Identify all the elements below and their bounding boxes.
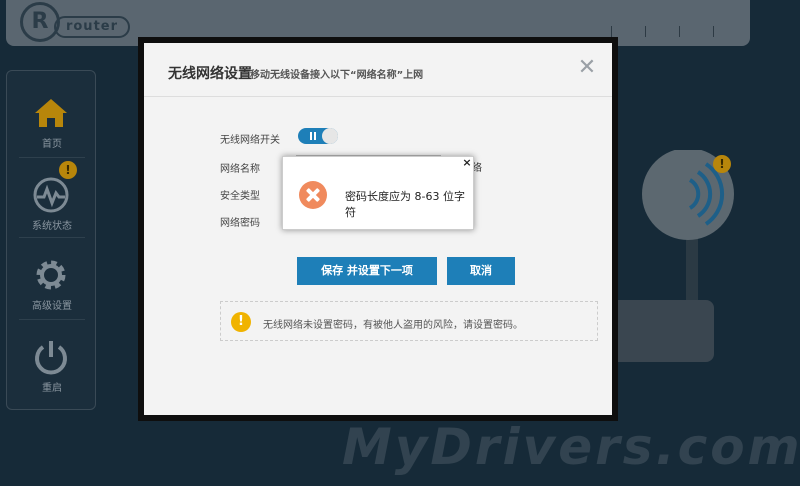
divider <box>19 237 85 238</box>
dialog-subtitle: 移动无线设备接入以下“网络名称”上网 <box>250 70 424 81</box>
wifi-toggle[interactable] <box>298 128 338 144</box>
top-link-3[interactable] <box>646 26 680 37</box>
top-link-2[interactable] <box>612 26 646 37</box>
power-icon <box>35 341 67 375</box>
error-popup: × 密码长度应为 8-63 位字符 <box>282 156 474 230</box>
svg-text:!: ! <box>719 157 724 171</box>
divider <box>19 319 85 320</box>
toggle-mark <box>310 132 312 140</box>
pulse-icon <box>33 177 69 213</box>
security-notice: ! 无线网络未设置密码，有被他人盗用的风险，请设置密码。 <box>220 301 598 341</box>
sidebar-item-reboot[interactable]: 重启 <box>7 323 97 403</box>
error-message: 密码长度应为 8-63 位字符 <box>345 190 465 219</box>
sidebar-item-label: 系统状态 <box>32 221 72 232</box>
close-icon[interactable]: × <box>461 157 473 169</box>
sidebar-item-label: 重启 <box>42 383 62 394</box>
logo-text: router <box>54 16 130 38</box>
ssid-label: 网络名称 <box>220 164 260 175</box>
close-icon[interactable]: ✕ <box>576 57 598 79</box>
wifi-switch-label: 无线网络开关 <box>220 135 280 146</box>
dialog-header: 无线网络设置 移动无线设备接入以下“网络名称”上网 ✕ <box>144 43 612 97</box>
status-badge: ! <box>59 161 77 179</box>
sidebar-item-status[interactable]: ! 系统状态 <box>7 161 97 241</box>
sidebar-item-label: 高级设置 <box>32 301 72 312</box>
sidebar-item-home[interactable]: 首页 <box>7 79 97 159</box>
toggle-knob <box>322 128 338 144</box>
save-next-button[interactable]: 保存 并设置下一项 <box>297 257 437 285</box>
dialog-title: 无线网络设置 <box>168 66 252 82</box>
sidebar: 首页 ! 系统状态 高级设置 重启 <box>6 70 96 410</box>
notice-text: 无线网络未设置密码，有被他人盗用的风险，请设置密码。 <box>263 320 523 331</box>
top-link-1[interactable] <box>578 26 612 37</box>
top-link-5[interactable] <box>714 26 737 37</box>
top-links <box>578 26 736 37</box>
toggle-mark <box>314 132 316 140</box>
home-icon <box>35 99 67 127</box>
sidebar-item-settings[interactable]: 高级设置 <box>7 241 97 321</box>
cancel-button[interactable]: 取消 <box>447 257 515 285</box>
security-type-label: 安全类型 <box>220 191 260 202</box>
warning-icon: ! <box>231 312 251 332</box>
divider <box>19 157 85 158</box>
router-illustration: ! <box>610 150 734 362</box>
error-icon <box>299 181 327 209</box>
watermark: MyDrivers.com <box>342 418 800 476</box>
top-link-4[interactable] <box>680 26 714 37</box>
sidebar-item-label: 首页 <box>42 139 62 150</box>
password-label: 网络密码 <box>220 218 260 229</box>
logo: R router <box>20 2 130 42</box>
gear-icon <box>36 260 66 290</box>
